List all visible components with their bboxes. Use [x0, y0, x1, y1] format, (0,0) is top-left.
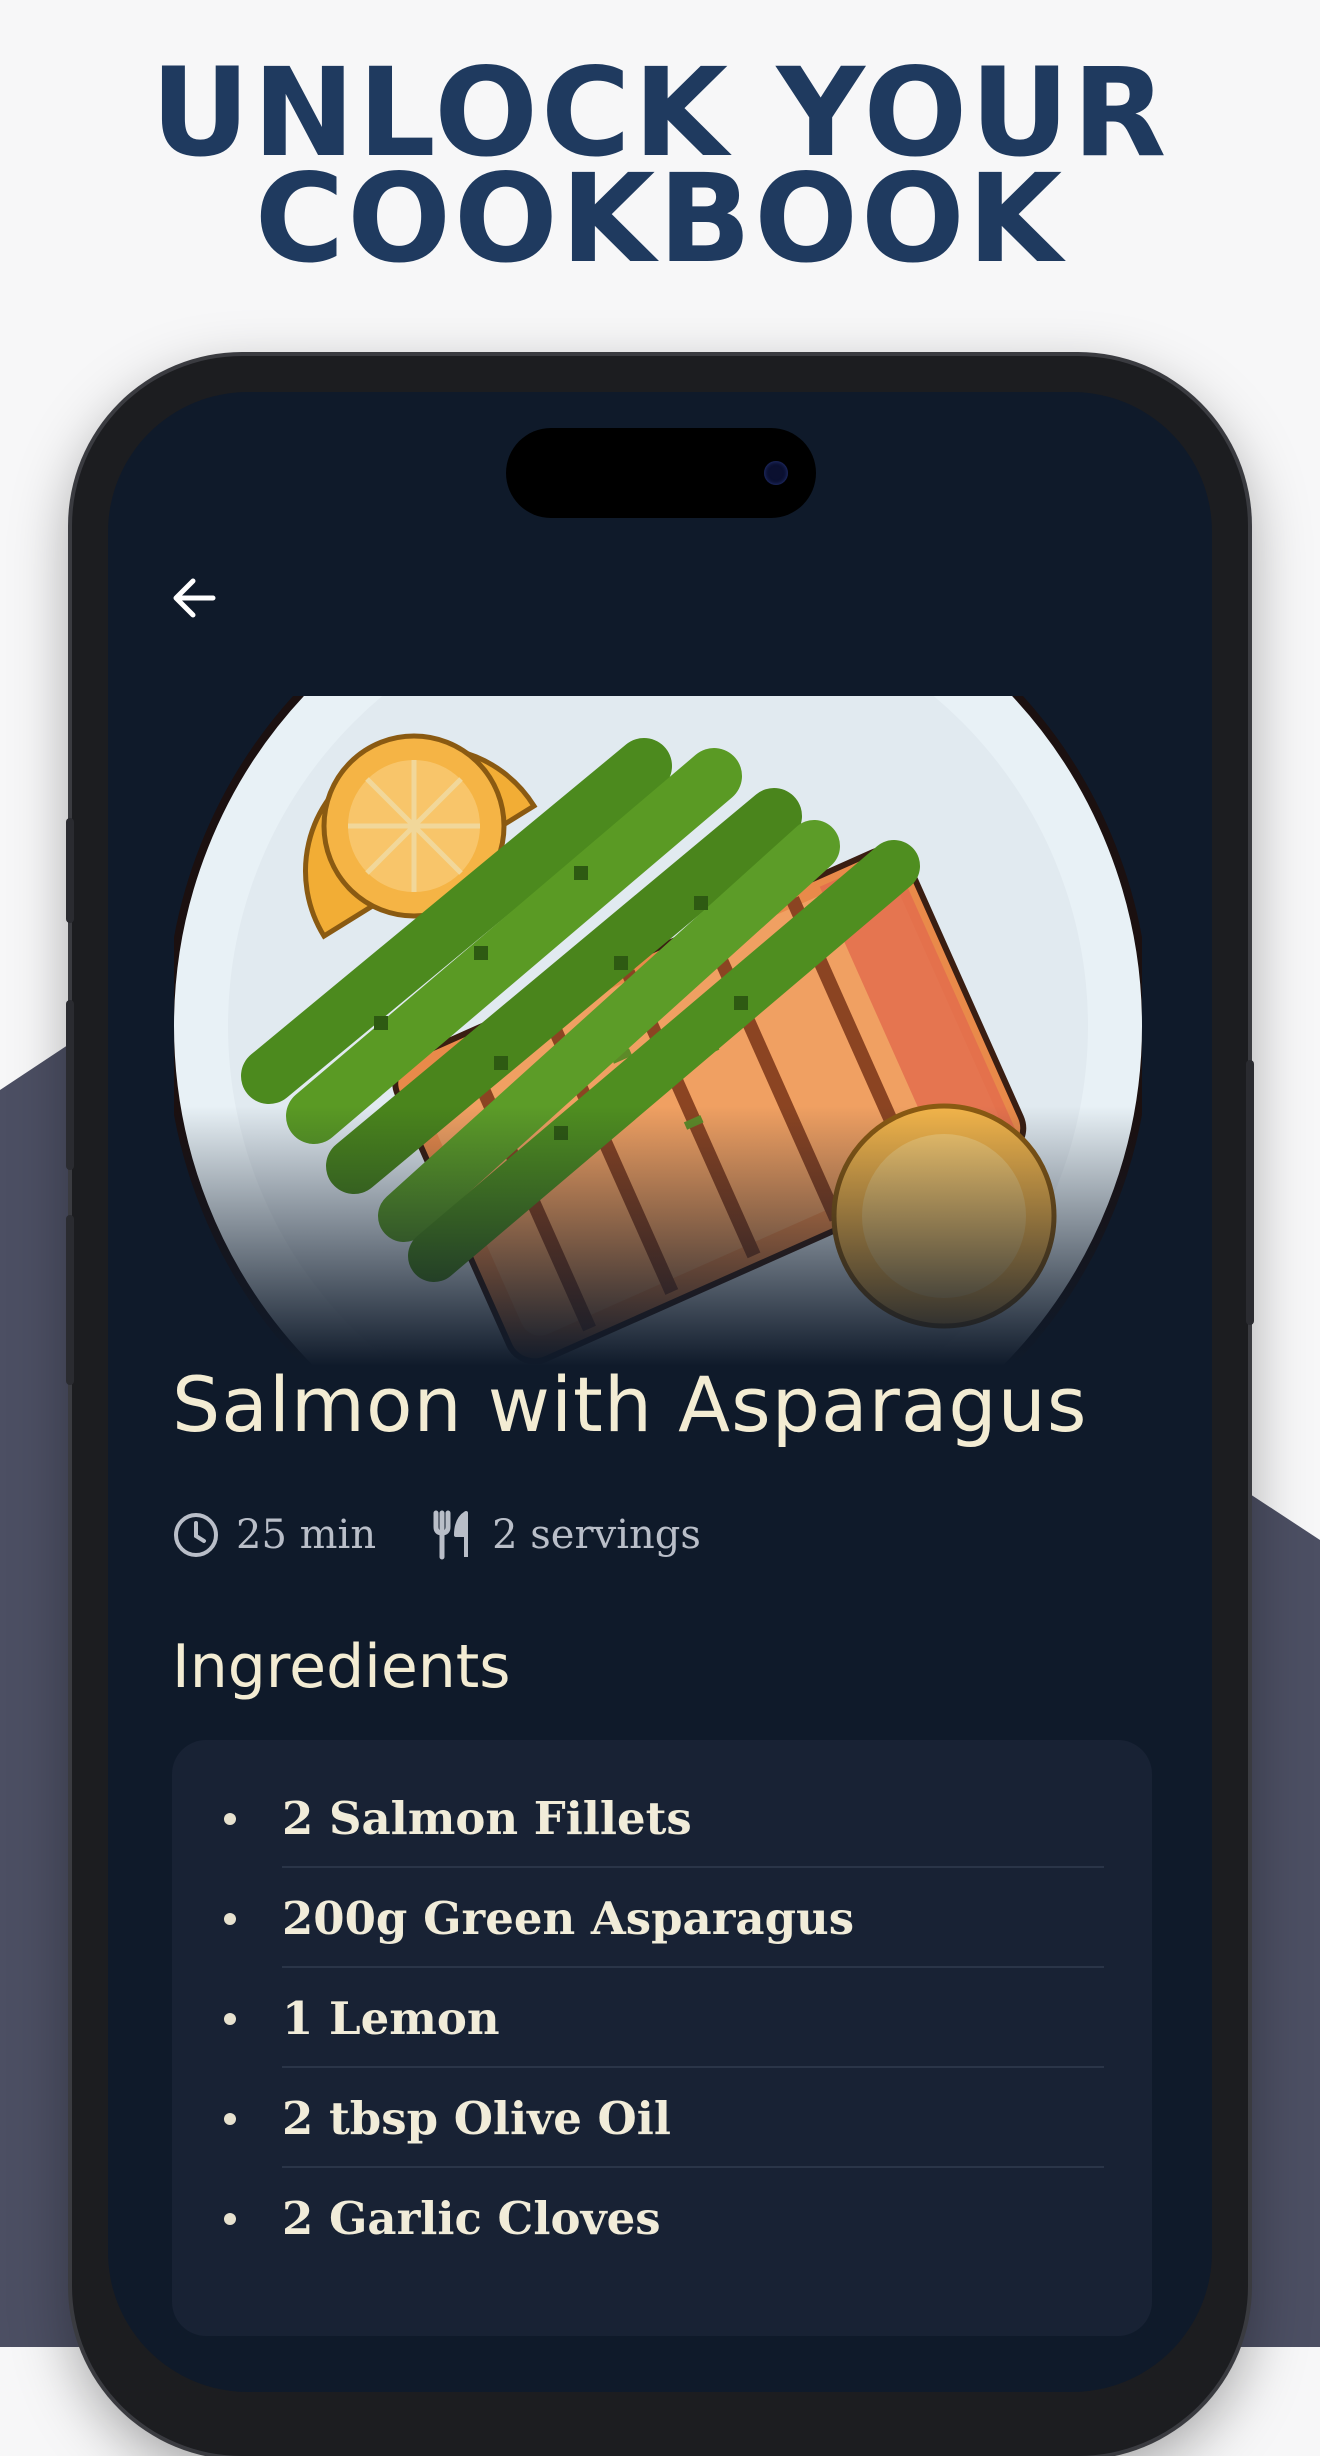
- bullet: [224, 2013, 236, 2025]
- servings: 2 servings: [432, 1509, 701, 1561]
- recipe-image: [174, 696, 1142, 1366]
- ingredient-item: 1 Lemon: [172, 1968, 1152, 2068]
- promo-headline: UNLOCK YOUR COOKBOOK: [0, 52, 1320, 280]
- phone-action-button: [66, 818, 74, 923]
- phone-volume-down-button: [66, 1215, 74, 1385]
- ingredient-item: 2 tbsp Olive Oil: [172, 2068, 1152, 2168]
- bullet: [224, 2113, 236, 2125]
- back-button[interactable]: [164, 568, 224, 628]
- ingredients-list: 2 Salmon Fillets 200g Green Asparagus 1 …: [172, 1768, 1152, 2268]
- ingredient-label: 2 tbsp Olive Oil: [282, 2092, 671, 2145]
- phone-power-button: [1246, 1060, 1254, 1325]
- ingredients-heading: Ingredients: [172, 1632, 511, 1702]
- ingredient-label: 200g Green Asparagus: [282, 1892, 855, 1945]
- clock-icon: [174, 1513, 218, 1557]
- recipe-title: Salmon with Asparagus: [172, 1360, 1088, 1449]
- phone-screen: Salmon with Asparagus 25 min 2 servings …: [108, 392, 1212, 2392]
- fork-knife-icon: [433, 1510, 469, 1560]
- phone-volume-up-button: [66, 1000, 74, 1170]
- recipe-meta: 25 min 2 servings: [172, 1507, 757, 1563]
- ingredient-item: 2 Garlic Cloves: [172, 2168, 1152, 2268]
- ingredient-item: 2 Salmon Fillets: [172, 1768, 1152, 1868]
- dynamic-island: [506, 428, 816, 518]
- front-camera: [764, 461, 788, 485]
- bullet: [224, 2213, 236, 2225]
- ingredient-label: 2 Salmon Fillets: [282, 1792, 692, 1845]
- ingredient-item: 200g Green Asparagus: [172, 1868, 1152, 1968]
- ingredient-label: 1 Lemon: [282, 1992, 500, 2045]
- cook-time-text: 25 min: [236, 1512, 377, 1558]
- bullet: [224, 1913, 236, 1925]
- arrow-left-icon: [173, 578, 216, 618]
- ingredients-card: 2 Salmon Fillets 200g Green Asparagus 1 …: [172, 1740, 1152, 2336]
- bullet: [224, 1813, 236, 1825]
- ingredient-label: 2 Garlic Cloves: [282, 2192, 661, 2245]
- cook-time: 25 min: [172, 1511, 376, 1559]
- servings-text: 2 servings: [492, 1512, 701, 1558]
- image-fade-overlay: [174, 1106, 1142, 1366]
